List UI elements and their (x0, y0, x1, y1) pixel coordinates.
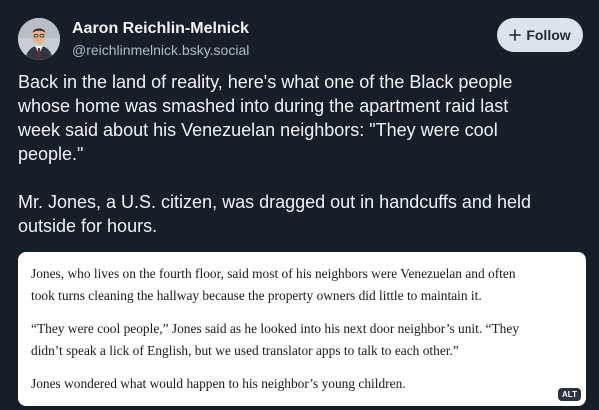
follow-button[interactable]: Follow (497, 18, 583, 52)
author-info: Aaron Reichlin-Melnick @reichlinmelnick.… (72, 19, 249, 59)
excerpt-paragraph: “They were cool people,” Jones said as h… (31, 321, 520, 358)
post-text: Back in the land of reality, here's what… (18, 70, 583, 238)
post: Aaron Reichlin-Melnick @reichlinmelnick.… (0, 0, 599, 410)
alt-text-badge[interactable]: ALT (558, 388, 581, 401)
post-image[interactable]: Jones, who lives on the fourth floor, sa… (18, 252, 586, 406)
post-header: Aaron Reichlin-Melnick @reichlinmelnick.… (18, 15, 583, 63)
avatar[interactable] (18, 18, 60, 60)
author-display-name[interactable]: Aaron Reichlin-Melnick (72, 19, 249, 39)
post-paragraph: Mr. Jones, a U.S. citizen, was dragged o… (18, 192, 531, 236)
author-handle[interactable]: @reichlinmelnick.bsky.social (72, 41, 249, 59)
plus-icon (509, 29, 522, 41)
avatar-image (18, 18, 60, 60)
article-excerpt: Jones, who lives on the fourth floor, sa… (31, 263, 571, 395)
follow-button-label: Follow (526, 27, 571, 43)
excerpt-paragraph: Jones wondered what would happen to his … (31, 376, 406, 391)
post-paragraph: Back in the land of reality, here's what… (18, 72, 513, 164)
excerpt-paragraph: Jones, who lives on the fourth floor, sa… (31, 266, 516, 303)
